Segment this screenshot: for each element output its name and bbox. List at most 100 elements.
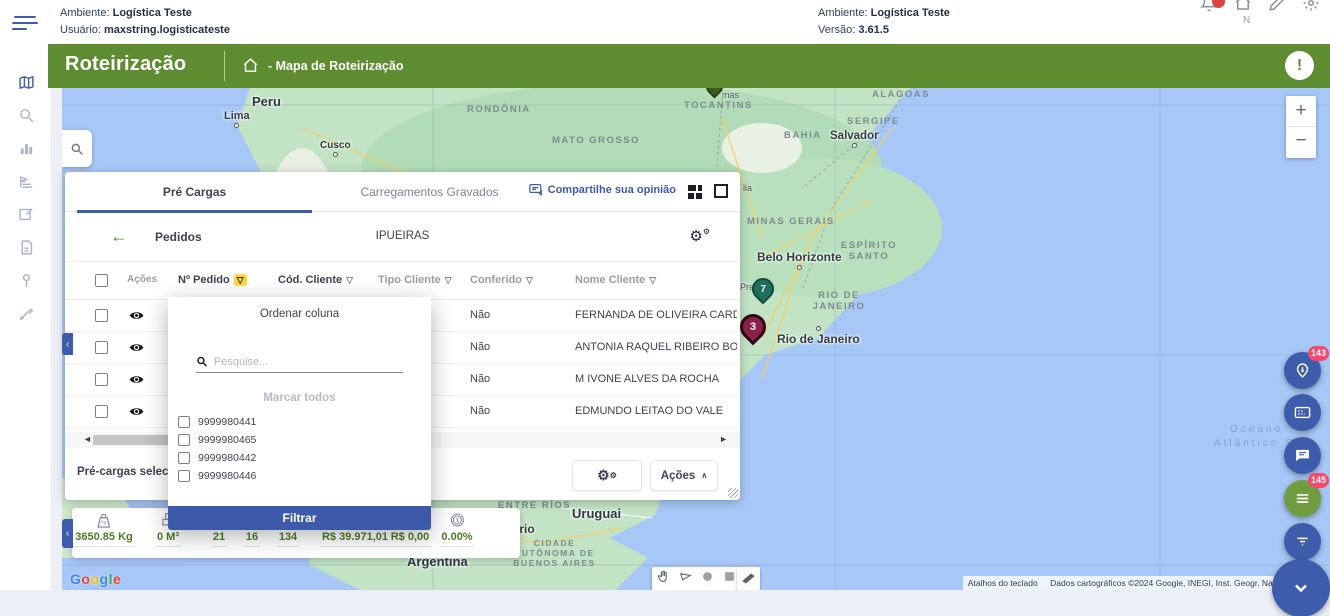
settings-gear-icon[interactable] (1302, 0, 1320, 17)
select-all-label[interactable]: Marcar todos (168, 392, 431, 404)
top-header: Ambiente: Logística Teste Usuário: maxst… (0, 0, 1330, 44)
panel-collapse-chevron[interactable]: ‹ (62, 333, 73, 355)
filtrar-button[interactable]: Filtrar (168, 506, 431, 530)
sidebar-item-routes[interactable] (0, 165, 52, 198)
row-checkbox[interactable] (95, 405, 108, 418)
option-checkbox[interactable] (178, 416, 190, 428)
pan-hand-icon[interactable] (657, 570, 670, 588)
map-label-belo-horizonte: Belo Horizonte (757, 250, 842, 270)
sidebar-item-edit[interactable] (0, 198, 52, 231)
zoom-out-button[interactable]: − (1286, 127, 1316, 157)
map-search-button[interactable] (62, 130, 92, 167)
stats-collapse-chevron[interactable]: ‹ (62, 519, 73, 548)
view-eye-icon[interactable] (129, 309, 144, 325)
filter-icon-nome-cliente[interactable]: ▽ (649, 275, 656, 285)
filter-icon-n-pedido[interactable]: ▽ (234, 274, 247, 286)
tab-carregamentos-gravados[interactable]: Carregamentos Gravados (312, 172, 547, 212)
column-settings-gears-icon[interactable]: ⚙⚙ (689, 227, 710, 245)
fab-card-button[interactable] (1284, 394, 1321, 431)
filter-option[interactable]: 9999980442 (178, 452, 256, 464)
panel-tabs: Pré Cargas Carregamentos Gravados Compar… (65, 172, 740, 212)
svg-text:$: $ (456, 518, 459, 524)
rectangle-draw-icon[interactable] (723, 570, 736, 588)
panel-layout-icon[interactable] (688, 185, 702, 199)
panel-resize-handle[interactable] (728, 488, 738, 498)
filter-icon-tipo-cliente[interactable]: ▽ (445, 275, 452, 285)
map-label-cusco: Cusco (320, 140, 351, 157)
alert-exclamation-button[interactable]: ! (1285, 51, 1314, 80)
column-nome-cliente[interactable]: Nome Cliente▽ (575, 274, 656, 286)
fab-chat-button[interactable] (1284, 437, 1321, 474)
cell-conferido: Não (470, 309, 490, 321)
polygon-draw-icon[interactable] (679, 570, 692, 588)
cell-nome-cliente: M IVONE ALVES DA ROCHA (575, 373, 737, 385)
breadcrumb-home-icon[interactable] (242, 57, 259, 79)
sidebar-item-tools[interactable] (0, 297, 52, 330)
fab-filter-button[interactable] (1284, 523, 1321, 560)
filter-icon-conferido[interactable]: ▽ (526, 275, 533, 285)
map-label-lima: Lima (224, 110, 250, 128)
row-checkbox[interactable] (95, 309, 108, 322)
sidebar-item-reports[interactable] (0, 132, 52, 165)
filter-option[interactable]: 9999980446 (178, 470, 256, 482)
panel-city-name: IPUEIRAS (65, 230, 740, 242)
option-checkbox[interactable] (178, 452, 190, 464)
circle-draw-icon[interactable] (701, 570, 714, 588)
keyboard-shortcuts-link[interactable]: Atalhos do teclado (968, 578, 1038, 588)
map-label-sergipe: SERGIPE (847, 116, 900, 127)
hamburger-menu-icon[interactable] (12, 12, 38, 32)
panel-maximize-icon[interactable] (714, 184, 728, 198)
column-n-pedido[interactable]: Nº Pedido▽ (178, 274, 247, 286)
column-tipo-cliente[interactable]: Tipo Cliente▽ (378, 274, 452, 286)
environment-info-right: Ambiente: Logística Teste Versão: 3.61.5 (818, 5, 950, 39)
page-bottom-strip (0, 590, 1330, 616)
tab-pre-cargas[interactable]: Pré Cargas (77, 172, 312, 212)
view-eye-icon[interactable] (129, 373, 144, 389)
acoes-button[interactable]: Ações∧ (650, 460, 718, 491)
map-credits: Dados cartográficos ©2024 Google, INEGI,… (1050, 578, 1295, 588)
scroll-left-arrow[interactable]: ◄ (83, 434, 92, 444)
map-label-brasilia-fragment: lia (743, 183, 752, 193)
map-label-tocantins: TOCANTINS (684, 100, 753, 111)
map-label-ocean-line1: Oceano (1230, 424, 1283, 435)
sidebar-item-document[interactable] (0, 231, 52, 264)
zoom-in-button[interactable]: + (1286, 96, 1316, 127)
scroll-right-arrow[interactable]: ► (719, 434, 728, 444)
notification-badge (1212, 0, 1225, 8)
map-label-espirito-santo: ESPÍRITO SANTO (834, 240, 904, 262)
search-icon (196, 355, 208, 368)
map-label-rio-state: RIO DE JANEIRO (804, 290, 874, 312)
column-acoes: Ações (127, 274, 157, 285)
column-conferido[interactable]: Conferido▽ (470, 274, 533, 286)
view-eye-icon[interactable] (129, 405, 144, 421)
sidebar-item-map[interactable] (0, 66, 52, 99)
map-attribution: Atalhos do teclado Dados cartográficos ©… (963, 576, 1300, 590)
measure-ruler-button[interactable] (737, 567, 760, 590)
sidebar-item-search[interactable] (0, 99, 52, 132)
weight-kg-icon: Kg (73, 512, 134, 530)
edit-pencil-icon[interactable] (1268, 0, 1286, 17)
filter-icon-cod-cliente[interactable]: ▽ (346, 275, 353, 285)
notifications-bell-icon[interactable] (1200, 0, 1218, 17)
row-checkbox[interactable] (95, 341, 108, 354)
select-all-checkbox[interactable] (95, 274, 108, 287)
map-label-palmas-fragment: mas (722, 90, 739, 100)
footer-gears-button[interactable]: ⚙⚙ (572, 460, 642, 491)
filter-search-input[interactable] (214, 356, 403, 368)
feedback-link[interactable]: Compartilhe sua opinião (529, 184, 676, 196)
map-label-bahia: BAHIA (784, 130, 822, 141)
left-sidebar (0, 44, 52, 590)
sidebar-item-pin[interactable] (0, 264, 52, 297)
filter-option[interactable]: 9999980441 (178, 416, 256, 428)
map-label-peru: Peru (252, 94, 281, 109)
filter-option[interactable]: 9999980465 (178, 434, 256, 446)
fab-expand-button[interactable] (1272, 559, 1330, 616)
view-eye-icon[interactable] (129, 341, 144, 357)
stat-percent: $ 0.00% (439, 512, 474, 547)
row-checkbox[interactable] (95, 373, 108, 386)
map-label-rio-city: Rio de Janeiro (777, 326, 860, 346)
option-checkbox[interactable] (178, 470, 190, 482)
option-checkbox[interactable] (178, 434, 190, 446)
cell-conferido: Não (470, 405, 490, 417)
column-cod-cliente[interactable]: Cód. Cliente▽ (278, 274, 353, 286)
